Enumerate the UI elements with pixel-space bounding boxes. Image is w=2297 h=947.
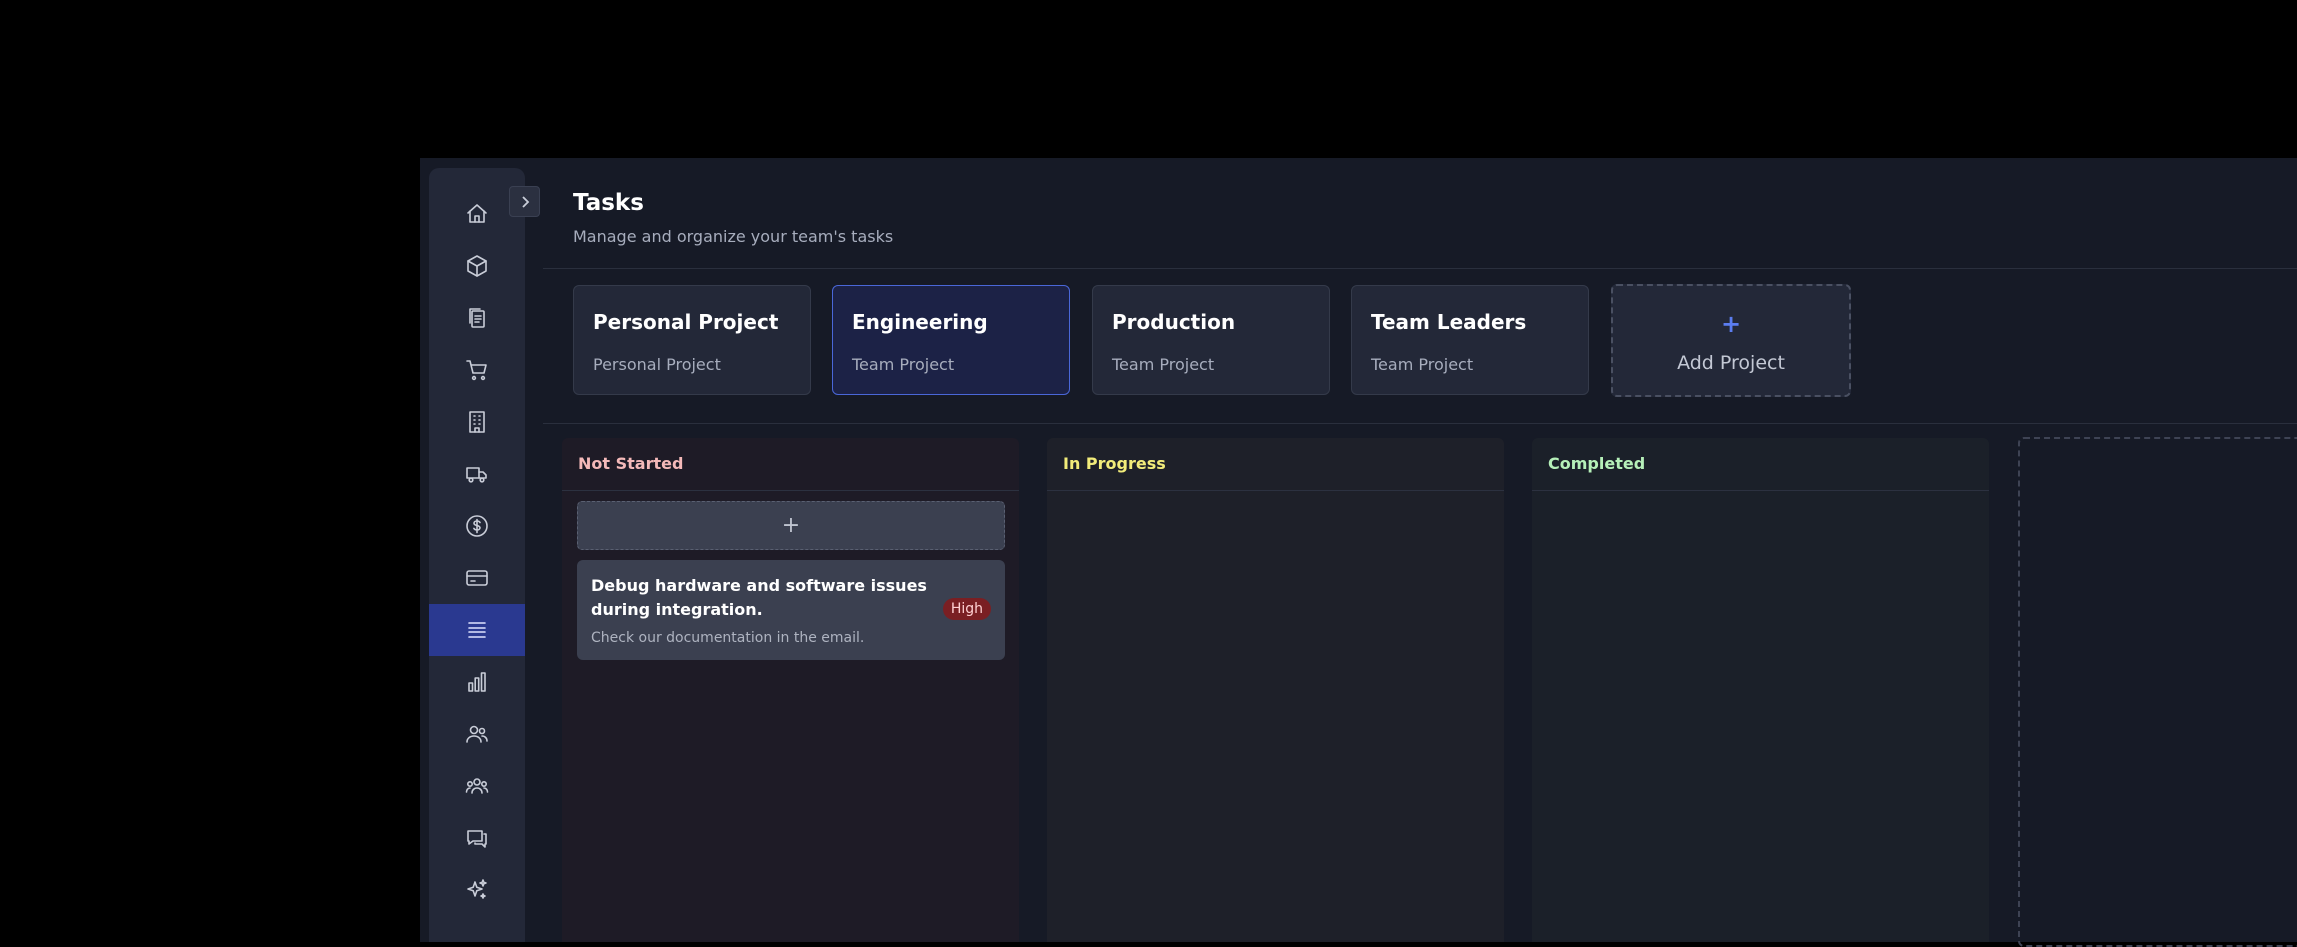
column-title: In Progress [1063,454,1166,473]
truck-icon [466,467,487,483]
sidebar-item-teams[interactable] [429,760,525,812]
sidebar [429,168,525,942]
sidebar-item-ai[interactable] [429,864,525,916]
sparkle-icon [467,879,487,899]
chevron-right-icon [521,195,529,208]
sidebar-item-finance[interactable] [429,500,525,552]
plus-icon: + [1720,310,1742,338]
column-not-started: Not Started + Debug hardware and softwar… [562,438,1019,942]
project-type: Team Project [852,355,955,374]
add-project-button[interactable]: + Add Project [1611,284,1851,397]
column-completed: Completed [1532,438,1989,942]
page-title: Tasks [573,190,644,216]
sidebar-item-analytics[interactable] [429,656,525,708]
team-icon [465,778,489,794]
project-card-personal-project[interactable]: Personal Project Personal Project [573,285,811,395]
column-title: Not Started [578,454,684,473]
project-name: Team Leaders [1371,310,1527,334]
column-divider [1532,490,1989,491]
project-card-team-leaders[interactable]: Team Leaders Team Project [1351,285,1589,395]
project-name: Engineering [852,310,988,334]
home-icon [467,204,487,223]
cart-icon [466,360,487,381]
column-divider [1047,490,1504,491]
credit-card-icon [466,570,488,586]
building-icon [469,411,485,433]
column-divider [562,490,1019,491]
column-title: Completed [1548,454,1646,473]
sidebar-item-payments[interactable] [429,552,525,604]
projects-divider [543,423,2297,424]
sidebar-item-shipping[interactable] [429,448,525,500]
page-subtitle: Manage and organize your team's tasks [573,227,894,246]
sidebar-item-orders[interactable] [429,344,525,396]
dollar-icon [466,515,488,537]
sidebar-item-tasks[interactable] [429,604,525,656]
project-name: Personal Project [593,310,779,334]
plus-icon: + [781,513,801,538]
task-title: Debug hardware and software issues durin… [591,576,927,619]
chat-icon [467,830,487,848]
header-divider [543,268,2297,269]
project-type: Team Project [1112,355,1215,374]
clipboard-icon [469,308,485,328]
column-in-progress: In Progress [1047,438,1504,942]
app-window: Tasks Manage and organize your team's ta… [420,158,2297,947]
task-description: Check our documentation in the email. [591,630,865,646]
bar-chart-icon [468,672,486,692]
sidebar-item-company[interactable] [429,396,525,448]
task-card[interactable]: Debug hardware and software issues durin… [577,560,1005,660]
project-type: Personal Project [593,355,721,374]
add-column-dropzone[interactable] [2018,437,2297,947]
users-icon [466,725,488,743]
sidebar-item-users[interactable] [429,708,525,760]
sidebar-item-documents[interactable] [429,292,525,344]
add-project-label: Add Project [1677,352,1785,374]
add-task-button[interactable]: + [577,501,1005,550]
project-card-engineering[interactable]: Engineering Team Project [832,285,1070,395]
sidebar-item-messages[interactable] [429,812,525,864]
list-icon [468,622,486,638]
sidebar-toggle-button[interactable] [509,186,540,217]
project-card-production[interactable]: Production Team Project [1092,285,1330,395]
cube-icon [467,255,487,277]
project-name: Production [1112,310,1236,334]
sidebar-item-products[interactable] [429,240,525,292]
project-type: Team Project [1371,355,1474,374]
priority-badge: High [942,598,991,620]
